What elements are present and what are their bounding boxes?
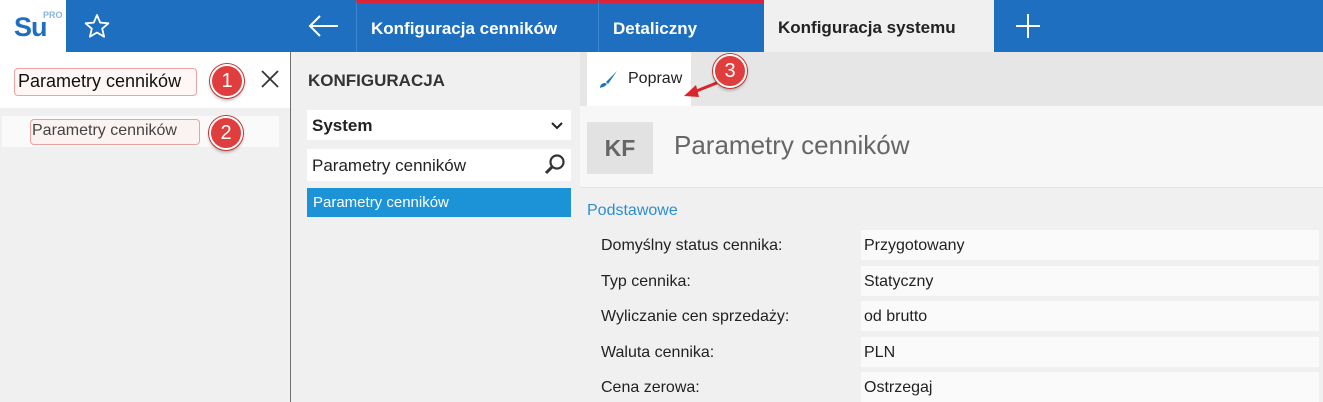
configuration-panel: KONFIGURACJA System Parametry cenników P… <box>292 52 580 402</box>
config-list-item-label: Parametry cenników <box>313 194 449 211</box>
form-value: PLN <box>864 344 896 361</box>
plus-icon[interactable] <box>1008 8 1048 44</box>
filter-input-value: Parametry cenników <box>312 156 467 175</box>
tab-detaliczny[interactable]: Detaliczny <box>598 0 764 52</box>
form-row: Domyślny status cennika: Przygotowany <box>580 230 1323 262</box>
category-select-value: System <box>312 116 373 135</box>
config-list-item-selected[interactable]: Parametry cenników <box>307 188 571 217</box>
form-label: Typ cennika: <box>601 273 691 290</box>
form-row: Cena zerowa: Ostrzegaj <box>580 372 1323 402</box>
filter-input[interactable]: Parametry cenników <box>307 149 571 181</box>
record-header: KF Parametry cenników <box>580 106 1323 188</box>
form-value: Przygotowany <box>864 237 965 254</box>
callout-marker-1: 1 <box>210 64 244 98</box>
category-select[interactable]: System <box>307 110 571 140</box>
form-value-field[interactable]: Przygotowany <box>861 230 1319 260</box>
arrow-left-icon[interactable] <box>300 8 350 44</box>
form-label: Waluta cennika: <box>601 344 715 361</box>
search-input[interactable]: Parametry cenników <box>18 71 181 92</box>
form-value-field[interactable]: od brutto <box>861 301 1319 331</box>
tab-konfiguracja-cennikow[interactable]: Konfiguracja cenników <box>356 0 598 52</box>
search-panel: Parametry cenników Parametry cenników <box>0 52 291 402</box>
form-value: Statyczny <box>864 273 934 290</box>
record-badge: KF <box>587 122 653 174</box>
form-value: Ostrzegaj <box>864 379 933 396</box>
search-result-label: Parametry cenników <box>32 122 177 139</box>
form-row: Typ cennika: Statyczny <box>580 266 1323 298</box>
close-icon[interactable] <box>259 68 281 90</box>
form-label: Wyliczanie cen sprzedaży: <box>601 308 790 325</box>
search-box[interactable]: Parametry cenników <box>0 52 290 108</box>
form-value-field[interactable]: Statyczny <box>861 266 1319 296</box>
logo-text: Su <box>14 12 48 42</box>
callout-marker-2: 2 <box>209 116 243 150</box>
brush-icon <box>597 69 619 91</box>
panel-title: KONFIGURACJA <box>308 71 445 90</box>
top-bar: Su PRO Konfiguracja cenników Detaliczny … <box>0 0 1323 52</box>
form-value: od brutto <box>864 308 928 325</box>
form-label: Cena zerowa: <box>601 379 700 396</box>
section-title: Podstawowe <box>587 202 678 219</box>
popraw-button[interactable]: Popraw <box>587 52 691 106</box>
logo-pro-label: PRO <box>43 10 63 20</box>
popraw-label: Popraw <box>628 70 683 87</box>
app-logo[interactable]: Su PRO <box>0 0 66 52</box>
record-title: Parametry cenników <box>674 130 910 160</box>
tab-konfiguracja-systemu[interactable]: Konfiguracja systemu <box>764 0 994 52</box>
callout-marker-3: 3 <box>713 54 747 88</box>
form-row: Waluta cennika: PLN <box>580 337 1323 369</box>
form-value-field[interactable]: PLN <box>861 337 1319 367</box>
form-value-field[interactable]: Ostrzegaj <box>861 372 1319 402</box>
form-row: Wyliczanie cen sprzedaży: od brutto <box>580 301 1323 333</box>
star-icon[interactable] <box>80 10 114 42</box>
form-label: Domyślny status cennika: <box>601 237 783 254</box>
search-icon[interactable] <box>543 153 567 177</box>
chevron-down-icon <box>550 119 564 131</box>
